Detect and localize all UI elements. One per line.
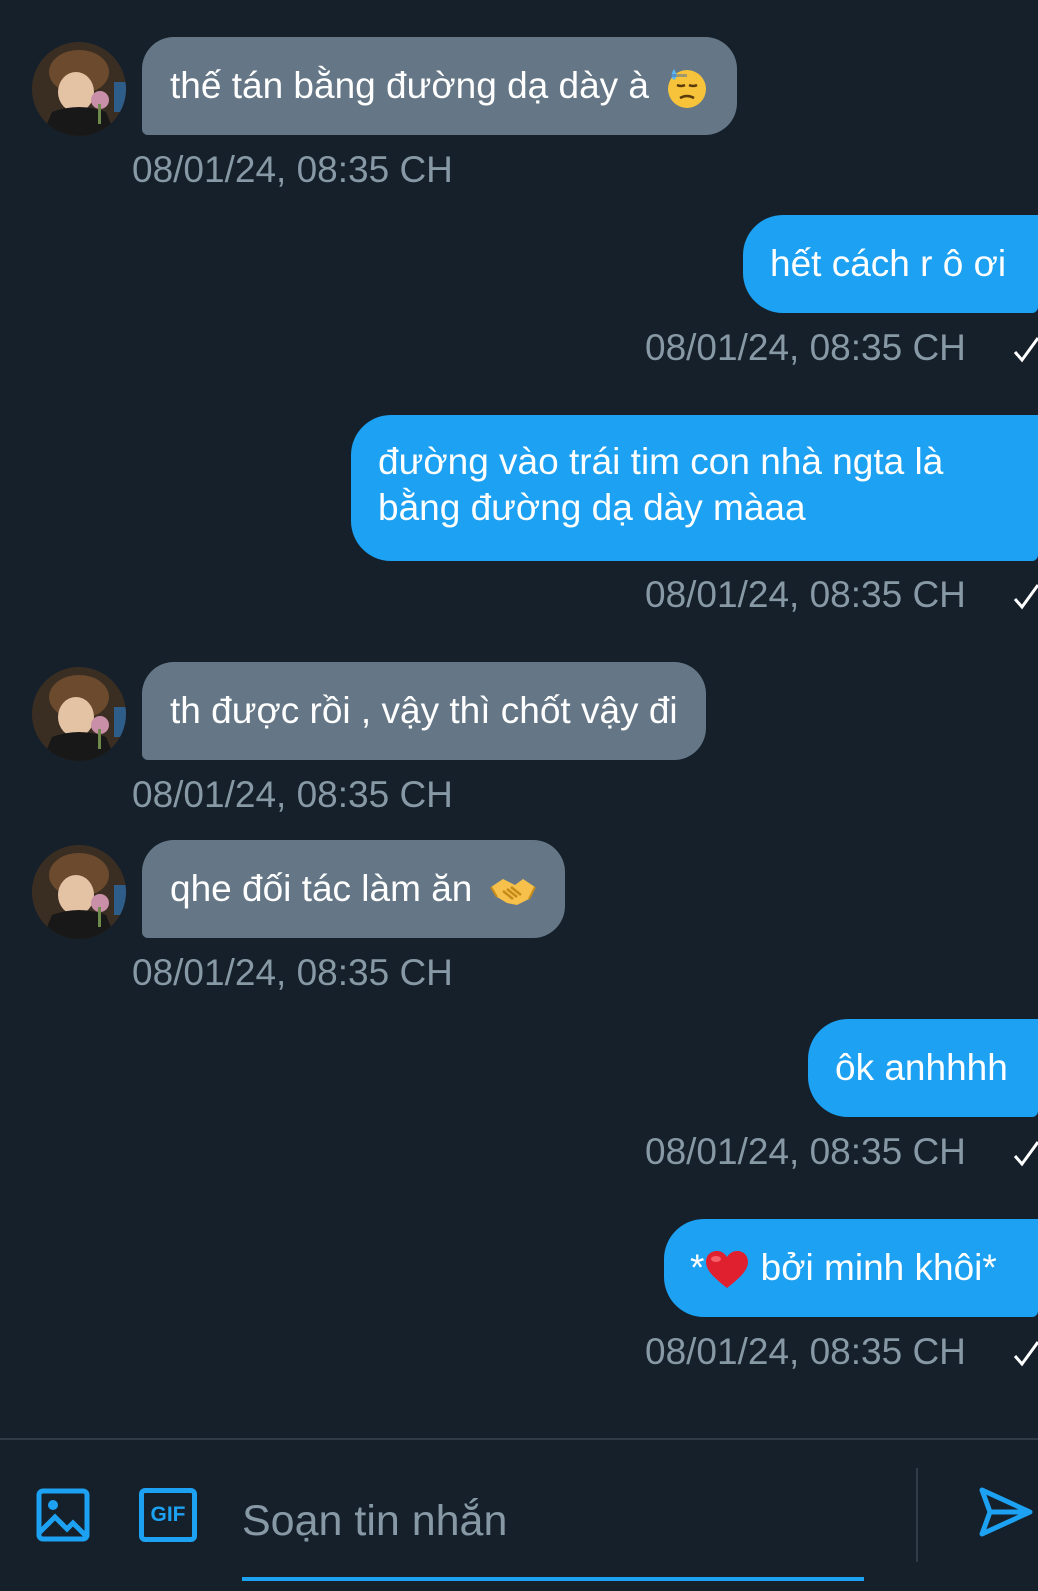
message-text: thế tán bằng đường dạ dày à bbox=[170, 65, 650, 106]
sent-check-icon bbox=[1013, 337, 1038, 363]
message-bubble[interactable]: * bởi minh khôi* bbox=[664, 1219, 1038, 1317]
message-input-underline bbox=[242, 1577, 864, 1581]
message-composer: GIF Soạn tin nhắn bbox=[0, 1440, 1038, 1591]
image-icon[interactable] bbox=[36, 1488, 90, 1542]
message-timestamp: 08/01/24, 08:35 CH bbox=[132, 149, 453, 190]
message-bubble[interactable]: đường vào trái tim con nhà ngta là bằng … bbox=[351, 415, 1038, 561]
handshake-emoji bbox=[489, 873, 537, 909]
message-bubble[interactable]: thế tán bằng đường dạ dày à bbox=[142, 37, 738, 135]
message-timestamp: 08/01/24, 08:35 CH bbox=[645, 327, 966, 368]
message-text-prefix: * bbox=[690, 1247, 705, 1288]
message-bubble[interactable]: th được rồi , vậy thì chốt vậy đi bbox=[142, 662, 706, 760]
message-text: hết cách r ô ơi bbox=[770, 243, 1007, 284]
sent-check-icon bbox=[1013, 1341, 1038, 1367]
message-text: ôk anhhhh bbox=[835, 1047, 1008, 1088]
message-timestamp: 08/01/24, 08:35 CH bbox=[645, 1331, 966, 1372]
message-input[interactable]: Soạn tin nhắn bbox=[242, 1492, 864, 1550]
message-text: bởi minh khôi* bbox=[750, 1247, 997, 1288]
message-text: qhe đối tác làm ăn bbox=[170, 868, 473, 909]
sent-check-icon bbox=[1013, 1141, 1038, 1167]
send-divider bbox=[916, 1468, 918, 1562]
message-input-placeholder: Soạn tin nhắn bbox=[242, 1497, 508, 1545]
send-icon[interactable] bbox=[978, 1484, 1034, 1540]
message-timestamp: 08/01/24, 08:35 CH bbox=[645, 1131, 966, 1172]
message-timestamp: 08/01/24, 08:35 CH bbox=[645, 574, 966, 615]
avatar[interactable] bbox=[32, 667, 126, 761]
message-bubble[interactable]: ôk anhhhh bbox=[808, 1019, 1038, 1117]
gif-label: GIF bbox=[150, 1503, 186, 1526]
message-timestamp: 08/01/24, 08:35 CH bbox=[132, 952, 453, 993]
gif-icon[interactable]: GIF bbox=[139, 1488, 197, 1542]
red-heart-emoji bbox=[704, 1250, 750, 1290]
downcast-sweat-face-emoji bbox=[665, 66, 709, 110]
avatar[interactable] bbox=[32, 845, 126, 939]
sent-check-icon bbox=[1013, 584, 1038, 610]
message-bubble[interactable]: hết cách r ô ơi bbox=[743, 215, 1038, 313]
message-text: th được rồi , vậy thì chốt vậy đi bbox=[170, 690, 678, 731]
avatar[interactable] bbox=[32, 42, 126, 136]
message-text: đường vào trái tim con nhà ngta là bằng … bbox=[378, 441, 944, 528]
message-bubble[interactable]: qhe đối tác làm ăn bbox=[142, 840, 565, 938]
message-timestamp: 08/01/24, 08:35 CH bbox=[132, 774, 453, 815]
